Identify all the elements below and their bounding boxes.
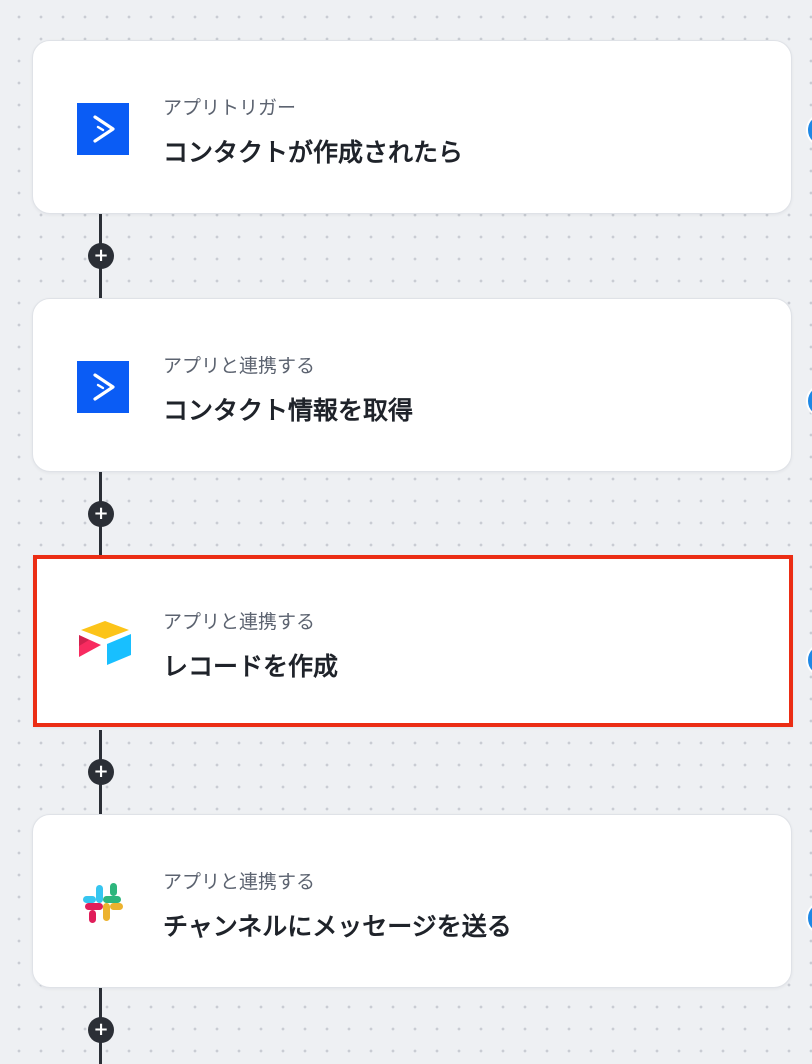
step-title: チャンネルにメッセージを送る xyxy=(163,912,512,941)
step-type-label: アプリと連携する xyxy=(163,355,316,377)
step-type-label: アプリと連携する xyxy=(163,611,316,633)
step-status-indicator[interactable] xyxy=(806,901,812,935)
slack-icon xyxy=(77,877,129,929)
step-type-label: アプリトリガー xyxy=(163,97,297,119)
airtable-icon xyxy=(77,617,131,669)
step-title: コンタクト情報を取得 xyxy=(163,396,414,425)
step-type-label: アプリと連携する xyxy=(163,871,316,893)
flow-step-card[interactable]: アプリと連携する コンタクト情報を取得 xyxy=(32,298,792,472)
step-status-indicator[interactable] xyxy=(806,643,812,677)
add-step-button[interactable]: + xyxy=(88,501,114,527)
flow-step-card[interactable]: アプリと連携する チャンネルにメッセージを送る xyxy=(32,814,792,988)
add-step-button[interactable]: + xyxy=(88,759,114,785)
flow-step-card[interactable]: アプリトリガー コンタクトが作成されたら xyxy=(32,40,792,214)
step-status-indicator[interactable] xyxy=(806,113,812,147)
add-step-button[interactable]: + xyxy=(88,1017,114,1043)
flow-step-card-selected[interactable]: アプリと連携する レコードを作成 xyxy=(33,555,793,727)
step-title: コンタクトが作成されたら xyxy=(163,138,464,167)
add-step-button[interactable]: + xyxy=(88,243,114,269)
step-title: レコードを作成 xyxy=(163,652,339,681)
step-status-indicator[interactable] xyxy=(806,384,812,418)
activecampaign-icon xyxy=(77,361,129,413)
activecampaign-icon xyxy=(77,103,129,155)
